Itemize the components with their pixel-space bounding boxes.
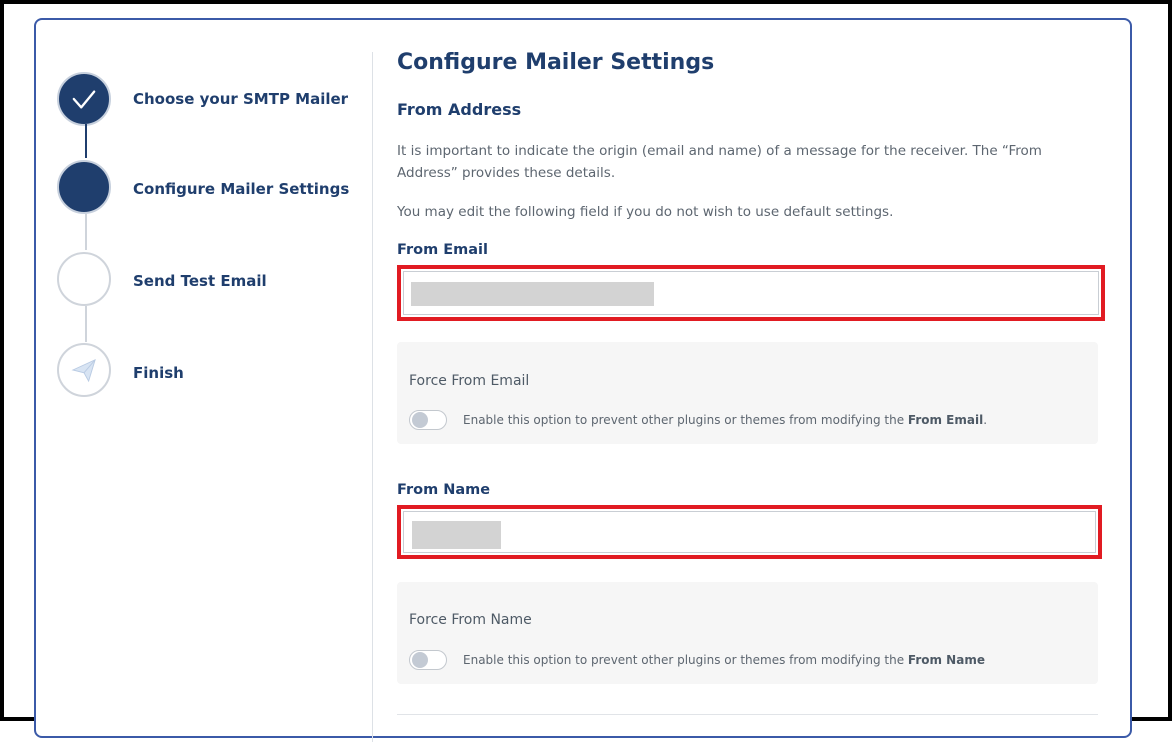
step-2-circle[interactable] <box>57 160 111 214</box>
step-3-label[interactable]: Send Test Email <box>133 272 267 290</box>
step-4-label[interactable]: Finish <box>133 364 184 382</box>
redacted-email-value <box>411 282 654 306</box>
toggle-knob <box>412 652 428 668</box>
force-from-email-panel: Force From Email Enable this option to p… <box>397 342 1098 444</box>
force-from-email-toggle[interactable] <box>409 410 447 430</box>
vertical-divider <box>372 52 373 742</box>
main-content: Configure Mailer Settings From Address I… <box>397 20 1109 740</box>
page-title: Configure Mailer Settings <box>397 50 715 75</box>
description-edit: You may edit the following field if you … <box>397 204 894 220</box>
force-from-email-title: Force From Email <box>409 373 530 389</box>
screenshot-frame: Choose your SMTP Mailer Configure Mailer… <box>0 0 1172 742</box>
step-1-circle[interactable] <box>57 72 111 126</box>
redacted-name-value <box>412 521 501 549</box>
paper-plane-icon <box>71 358 96 383</box>
force-from-name-toggle[interactable] <box>409 650 447 670</box>
force-from-name-title: Force From Name <box>409 612 532 628</box>
from-name-input[interactable] <box>403 511 1096 553</box>
toggle-knob <box>412 412 428 428</box>
step-connector-2 <box>85 214 87 250</box>
from-email-label: From Email <box>397 242 488 258</box>
from-email-field[interactable] <box>397 265 1105 321</box>
step-2-label[interactable]: Configure Mailer Settings <box>133 180 349 198</box>
setup-wizard-card: Choose your SMTP Mailer Configure Mailer… <box>34 18 1132 742</box>
section-divider <box>397 714 1098 715</box>
description-origin: It is important to indicate the origin (… <box>397 143 1042 181</box>
force-from-email-help: Enable this option to prevent other plug… <box>463 413 988 427</box>
from-name-field[interactable] <box>397 505 1102 559</box>
wizard-stepper: Choose your SMTP Mailer Configure Mailer… <box>36 20 376 740</box>
from-name-label: From Name <box>397 482 491 498</box>
force-from-name-panel: Force From Name Enable this option to pr… <box>397 582 1098 684</box>
step-4-circle[interactable] <box>57 343 111 397</box>
step-1-label[interactable]: Choose your SMTP Mailer <box>133 90 348 108</box>
step-connector-1 <box>85 124 87 158</box>
step-3-circle[interactable] <box>57 252 111 306</box>
check-icon <box>72 90 96 109</box>
section-title: From Address <box>397 100 522 119</box>
step-connector-3 <box>85 306 87 342</box>
force-from-name-help: Enable this option to prevent other plug… <box>463 653 985 667</box>
